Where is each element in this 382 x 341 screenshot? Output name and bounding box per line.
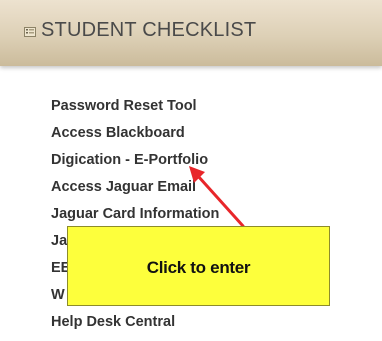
checklist-icon [24,27,36,37]
link-help-desk-central[interactable]: Help Desk Central [51,314,219,341]
link-digication-e-portfolio[interactable]: Digication - E-Portfolio [51,152,219,179]
click-to-enter-callout[interactable]: Click to enter [67,226,330,306]
link-access-jaguar-email[interactable]: Access Jaguar Email [51,179,219,206]
student-checklist-panel: STUDENT CHECKLIST Password Reset Tool Ac… [0,0,382,341]
callout-label: Click to enter [146,258,251,277]
checklist-title: STUDENT CHECKLIST [41,19,257,41]
link-access-blackboard[interactable]: Access Blackboard [51,125,219,152]
link-password-reset-tool[interactable]: Password Reset Tool [51,98,219,125]
checklist-header: STUDENT CHECKLIST [0,0,382,66]
